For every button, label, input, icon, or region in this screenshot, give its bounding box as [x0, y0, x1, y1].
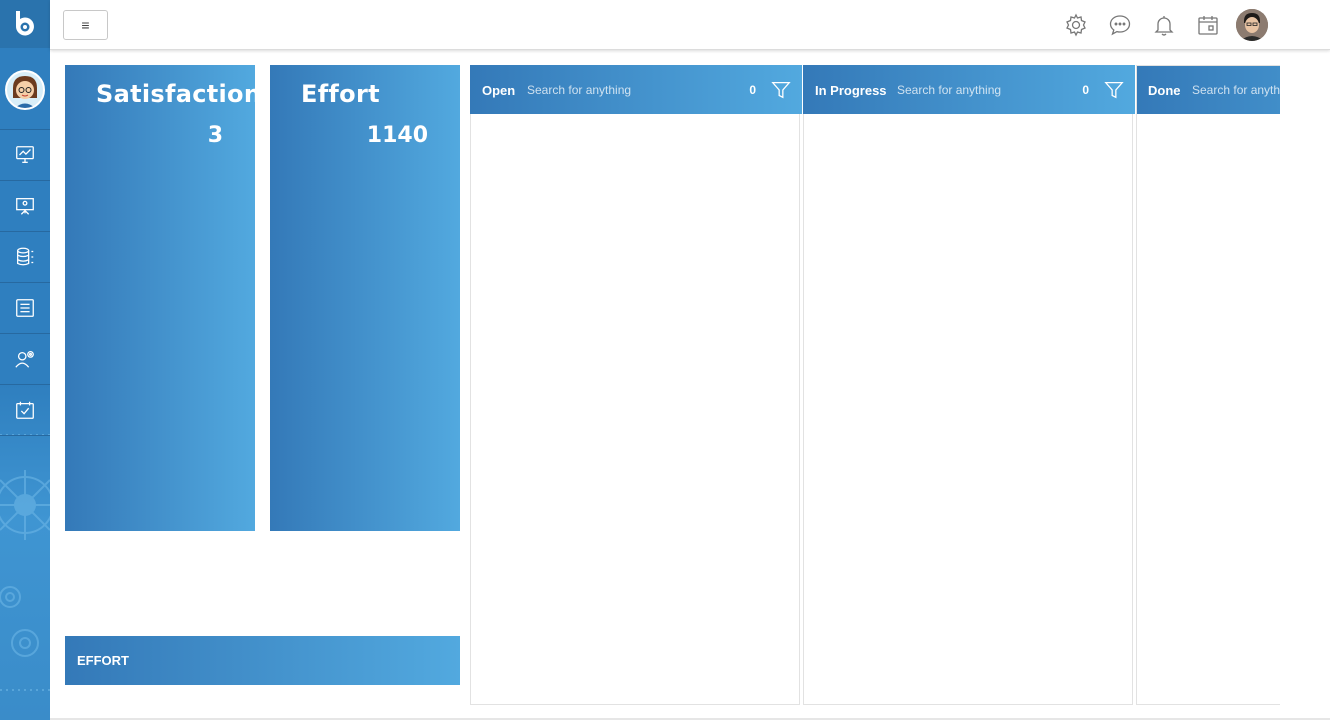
settings-button[interactable] [1060, 9, 1092, 41]
sidebar-item-presentation[interactable] [0, 181, 50, 232]
menu-toggle-button[interactable]: ≡ [63, 10, 108, 40]
satisfaction-value: 3 [207, 123, 223, 148]
profile-photo-icon [1236, 9, 1268, 41]
sidebar-item-tasks[interactable] [0, 385, 50, 436]
sidebar [0, 0, 50, 720]
sidebar-item-user-settings[interactable] [0, 334, 50, 385]
kanban-column-in-progress: In Progress 0 [803, 65, 1135, 705]
column-title: Done [1148, 83, 1181, 98]
calendar-button[interactable] [1192, 9, 1224, 41]
user-settings-icon [15, 351, 34, 368]
user-avatar[interactable] [5, 69, 45, 110]
effort-title: Effort [301, 80, 380, 108]
sidebar-user[interactable] [0, 50, 50, 130]
effort-section-label: EFFORT [77, 653, 129, 668]
checklist-icon [16, 299, 34, 317]
column-title: In Progress [815, 83, 887, 98]
app-logo[interactable] [0, 0, 50, 48]
column-count: 0 [1082, 83, 1089, 97]
avatar-illustration-icon [7, 71, 43, 108]
logo-icon [15, 11, 34, 36]
satisfaction-card: Satisfaction 3 [65, 65, 261, 531]
satisfaction-title: Satisfaction [96, 80, 262, 108]
bell-icon [1154, 16, 1174, 36]
notifications-button[interactable] [1148, 9, 1180, 41]
calendar-icon [1198, 16, 1218, 35]
settings-icon [1066, 13, 1086, 37]
chat-icon [1109, 15, 1131, 36]
column-header: In Progress 0 [803, 65, 1135, 114]
top-actions [1060, 9, 1268, 41]
filter-icon[interactable] [770, 79, 792, 101]
presentation-board-icon [16, 198, 34, 215]
column-search-input[interactable] [527, 80, 727, 100]
column-header: Done [1137, 66, 1280, 114]
analytics-monitor-icon [16, 146, 34, 163]
database-icon [17, 247, 34, 266]
kanban-column-open: Open 0 [470, 65, 802, 705]
hamburger-icon: ≡ [81, 17, 90, 33]
effort-section-header: EFFORT [65, 636, 460, 685]
sidebar-item-dashboard[interactable] [0, 130, 50, 181]
calendar-check-icon [16, 401, 34, 419]
profile-avatar[interactable] [1236, 9, 1268, 41]
effort-value: 1140 [366, 123, 428, 148]
kanban-column-done: Done [1136, 65, 1280, 705]
sidebar-item-database[interactable] [0, 232, 50, 283]
column-search-input[interactable] [1192, 80, 1280, 100]
messages-button[interactable] [1104, 9, 1136, 41]
column-search-input[interactable] [897, 80, 1097, 100]
sidebar-item-checklist[interactable] [0, 283, 50, 334]
filter-icon[interactable] [1103, 79, 1125, 101]
effort-card: Effort 1140 [270, 65, 460, 531]
sidebar-nav [0, 130, 50, 436]
column-title: Open [482, 83, 516, 98]
column-header: Open 0 [470, 65, 802, 114]
column-count: 0 [749, 83, 756, 97]
top-bar: ≡ [50, 0, 1330, 50]
